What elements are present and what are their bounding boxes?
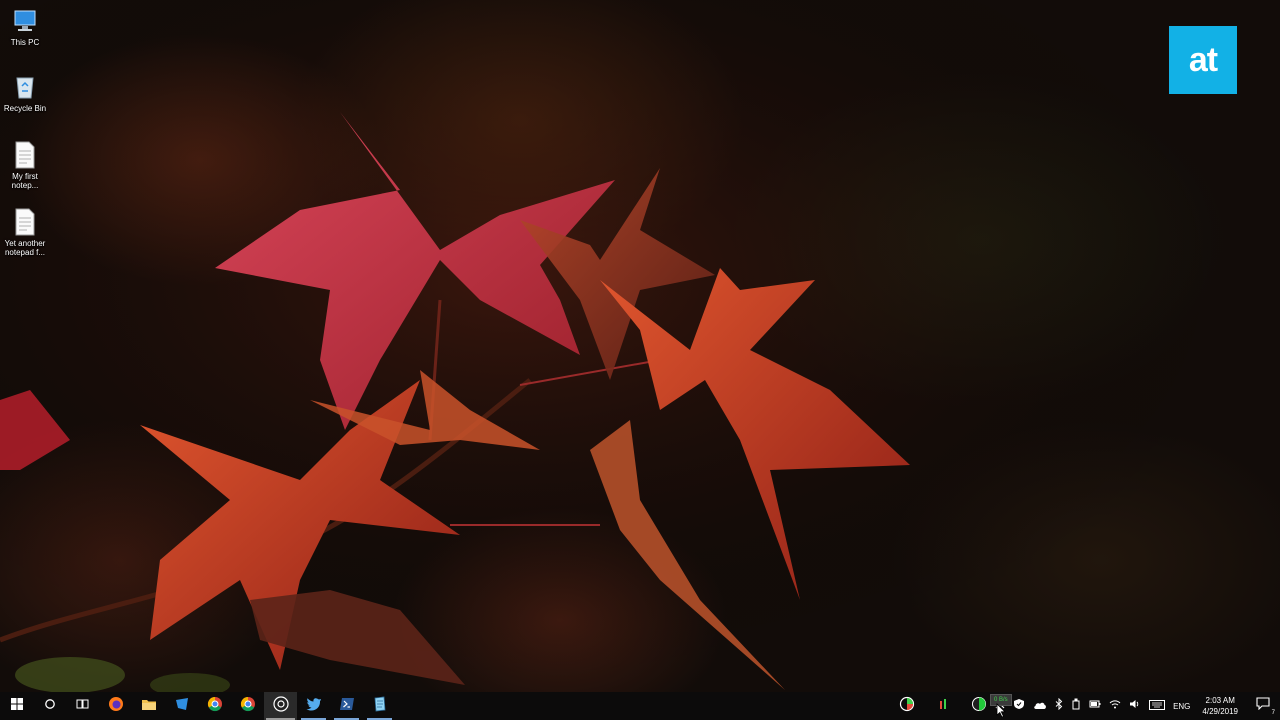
chrome-icon [240,696,256,717]
obs-icon [272,695,289,717]
search-button[interactable] [33,692,66,720]
tray-volume[interactable] [1125,692,1145,720]
language-indicator[interactable]: ENG [1169,692,1194,720]
chrome-2-button[interactable] [231,692,264,720]
tray-network-monitor[interactable] [919,692,967,720]
desktop-icon-this-pc[interactable]: This PC [2,7,48,47]
task-view-button[interactable] [66,692,99,720]
desktop-icon-label: My first notep... [11,172,39,190]
wifi-icon [1109,697,1121,715]
clock-date: 4/29/2019 [1202,707,1238,716]
shield-icon [1013,697,1025,715]
green-status-icon [971,696,987,717]
color-wheel-icon [899,696,915,717]
folder-icon [141,697,157,716]
desktop-icon-recycle-bin[interactable]: Recycle Bin [2,73,48,113]
text-file-icon [11,208,39,236]
start-button[interactable] [0,692,33,720]
desktop-icon-label: Yet another notepad f... [4,239,46,257]
tray-battery[interactable] [1085,692,1105,720]
tray-colorful-app[interactable] [895,692,919,720]
twitter-icon [306,697,322,716]
action-center-button[interactable]: 7 [1246,692,1280,720]
notification-count: 7 [1271,710,1275,716]
firefox-icon [108,696,124,717]
recycle-bin-icon [11,73,39,101]
network-monitor-icon [939,697,947,715]
tray-touch-keyboard[interactable] [1145,692,1169,720]
search-circle-icon [44,697,56,715]
desktop-icon-my-first-notepad[interactable]: My first notep... [2,141,48,190]
powershell-button[interactable] [330,692,363,720]
powershell-icon [339,697,355,716]
chrome-icon [207,696,223,717]
addictive-tips-logo: at [1169,26,1237,94]
tray-security[interactable] [1009,692,1029,720]
taskbar: ENG 2:03 AM 4/29/2019 7 [0,692,1280,720]
desktop: This PC Recycle Bin My first notep... Ye… [0,0,1280,720]
windows-logo-icon [10,697,23,715]
desktop-icon-label: This PC [10,38,40,47]
blue-app-icon [174,696,190,717]
task-view-icon [76,697,89,715]
taskbar-clock[interactable]: 2:03 AM 4/29/2019 [1194,695,1246,717]
tray-bluetooth[interactable] [1051,692,1067,720]
wallpaper [0,0,1280,692]
firefox-button[interactable] [99,692,132,720]
speaker-icon [1129,697,1141,715]
tray-status-circle[interactable] [967,692,991,720]
system-tray: ENG 2:03 AM 4/29/2019 7 [895,692,1280,720]
clock-time: 2:03 AM [1205,696,1235,705]
tray-usb[interactable] [1067,692,1085,720]
battery-icon [1089,697,1101,715]
notepad-icon [373,696,387,717]
mouse-cursor-icon [996,703,1006,720]
this-pc-icon [11,7,39,35]
twitter-button[interactable] [297,692,330,720]
notification-icon [1256,697,1270,715]
chrome-button[interactable] [198,692,231,720]
cloud-icon [1033,697,1047,715]
text-file-icon [11,141,39,169]
app-blue-button[interactable] [165,692,198,720]
tray-onedrive[interactable] [1029,692,1051,720]
obs-button[interactable] [264,692,297,720]
usb-drive-icon [1071,697,1081,715]
keyboard-icon [1149,697,1166,715]
desktop-icon-label: Recycle Bin [3,104,47,113]
tray-wifi[interactable] [1105,692,1125,720]
bluetooth-icon [1055,697,1063,715]
file-explorer-button[interactable] [132,692,165,720]
desktop-icon-yet-another-notepad[interactable]: Yet another notepad f... [2,208,48,257]
notepad-button[interactable] [363,692,396,720]
